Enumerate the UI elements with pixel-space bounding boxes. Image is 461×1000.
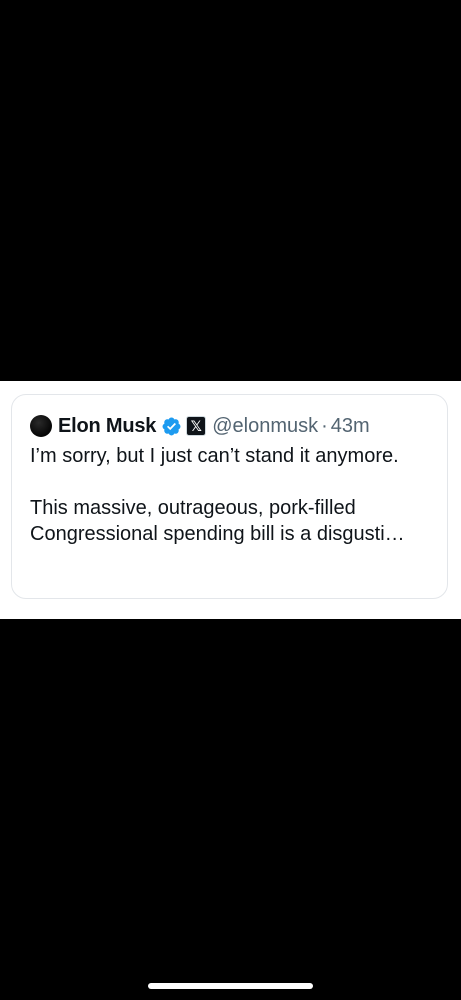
- verified-badge-icon: [162, 417, 181, 435]
- tweet-header: Elon Musk 𝕏 @elonmusk · 43m: [30, 413, 370, 439]
- separator-dot: ·: [321, 414, 328, 437]
- screenshot-panel: Elon Musk 𝕏 @elonmusk · 43m I’m sorry, b…: [0, 381, 461, 619]
- tweet-paragraph-2: This massive, outrageous, pork-filled Co…: [30, 497, 405, 545]
- display-name[interactable]: Elon Musk: [58, 415, 156, 438]
- tweet-paragraph-1: I’m sorry, but I just can’t stand it any…: [30, 445, 399, 467]
- x-logo-icon: 𝕏: [186, 416, 207, 436]
- quoted-tweet-card[interactable]: Elon Musk 𝕏 @elonmusk · 43m I’m sorry, b…: [11, 394, 448, 599]
- tweet-text: I’m sorry, but I just can’t stand it any…: [30, 443, 435, 547]
- user-handle[interactable]: @elonmusk: [212, 415, 318, 438]
- home-indicator[interactable]: [148, 983, 313, 989]
- timestamp[interactable]: 43m: [331, 415, 370, 438]
- avatar[interactable]: [30, 415, 52, 437]
